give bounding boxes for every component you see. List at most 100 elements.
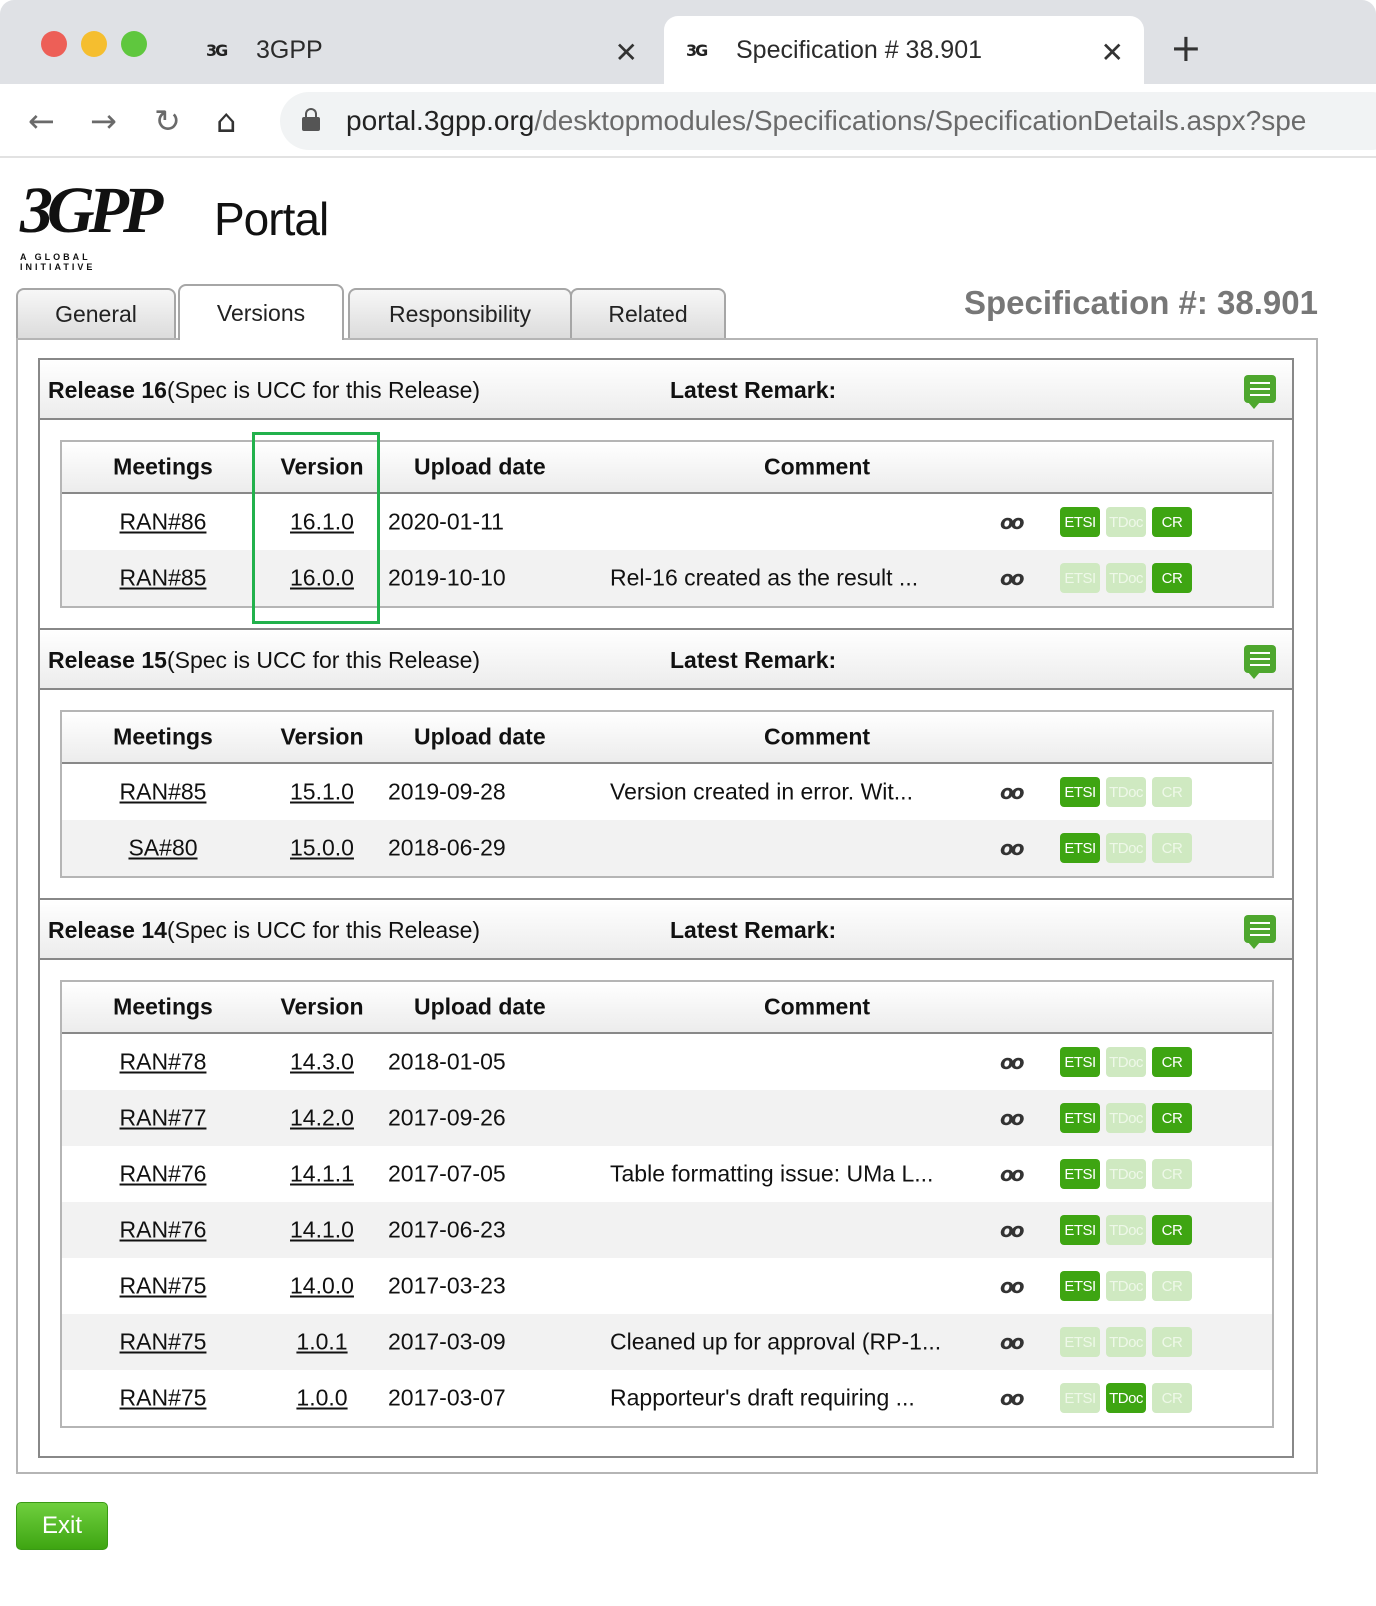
close-tab-icon[interactable]: ✕ <box>1101 36 1124 69</box>
glasses-icon[interactable]: oo <box>1000 780 1025 804</box>
table-row: RAN#86 16.1.0 2020-01-11 oo ETSI TDoc CR <box>62 494 1272 550</box>
release-section: Release 14(Spec is UCC for this Release)… <box>38 898 1294 1458</box>
close-window-button[interactable] <box>41 31 67 57</box>
tab-general[interactable]: General <box>16 288 176 338</box>
maximize-window-button[interactable] <box>121 31 147 57</box>
back-arrow-icon[interactable]: ← <box>28 102 55 140</box>
comment: Table formatting issue: UMa L... <box>610 1160 934 1187</box>
version-link[interactable]: 14.2.0 <box>270 1105 374 1132</box>
forward-arrow-icon[interactable]: → <box>90 102 117 140</box>
comment: Rapporteur's draft requiring ... <box>610 1384 915 1411</box>
col-header-version: Version <box>280 723 364 750</box>
meeting-link[interactable]: RAN#77 <box>108 1105 218 1132</box>
version-link[interactable]: 14.1.1 <box>270 1161 374 1188</box>
glasses-icon[interactable]: oo <box>1000 1106 1025 1130</box>
url-host: portal.3gpp.org <box>346 105 535 136</box>
release-name: Release 14 <box>48 917 167 943</box>
glasses-icon[interactable]: oo <box>1000 1218 1025 1242</box>
tab-responsibility[interactable]: Responsibility <box>348 288 572 338</box>
table-row: RAN#75 1.0.0 2017-03-07 Rapporteur's draft … <box>62 1370 1272 1426</box>
etsi-badge[interactable]: ETSI <box>1060 507 1100 537</box>
meeting-link[interactable]: RAN#75 <box>108 1385 218 1412</box>
glasses-icon[interactable]: oo <box>1000 510 1025 534</box>
cr-badge[interactable]: CR <box>1152 1103 1192 1133</box>
upload-date: 2017-03-23 <box>388 1272 506 1299</box>
etsi-badge[interactable]: ETSI <box>1060 1047 1100 1077</box>
lock-icon <box>302 108 320 131</box>
close-tab-icon[interactable]: ✕ <box>615 36 638 69</box>
release-section: Release 16(Spec is UCC for this Release)… <box>38 358 1294 628</box>
glasses-icon[interactable]: oo <box>1000 1386 1025 1410</box>
upload-date: 2019-10-10 <box>388 564 506 591</box>
version-link[interactable]: 14.1.0 <box>270 1217 374 1244</box>
tdoc-badge: TDoc <box>1106 1159 1146 1189</box>
meeting-link[interactable]: RAN#75 <box>108 1273 218 1300</box>
address-bar[interactable]: portal.3gpp.org/desktopmodules/Specifica… <box>280 92 1376 150</box>
col-header-upload-date: Upload date <box>414 993 546 1020</box>
glasses-icon[interactable]: oo <box>1000 566 1025 590</box>
reload-icon[interactable]: ↻ <box>154 102 181 140</box>
version-link[interactable]: 15.1.0 <box>270 779 374 806</box>
meeting-link[interactable]: RAN#76 <box>108 1217 218 1244</box>
meeting-link[interactable]: RAN#76 <box>108 1161 218 1188</box>
logo-subtitle: A GLOBAL INITIATIVE <box>20 252 96 272</box>
table-header-row: Meetings Version Upload date Comment <box>62 442 1272 494</box>
release-name: Release 16 <box>48 377 167 403</box>
versions-table: Meetings Version Upload date Comment RAN#85 1… <box>60 710 1274 878</box>
upload-date: 2017-07-05 <box>388 1160 506 1187</box>
browser-tab-specification[interactable]: 3G Specification # 38.901 ✕ <box>664 16 1144 84</box>
release-header: Release 16(Spec is UCC for this Release)… <box>40 360 1292 420</box>
glasses-icon[interactable]: oo <box>1000 836 1025 860</box>
etsi-badge[interactable]: ETSI <box>1060 1103 1100 1133</box>
cr-badge[interactable]: CR <box>1152 1047 1192 1077</box>
version-link[interactable]: 14.3.0 <box>270 1049 374 1076</box>
cr-badge[interactable]: CR <box>1152 507 1192 537</box>
remarks-chat-icon[interactable] <box>1244 375 1276 409</box>
tdoc-badge: TDoc <box>1106 833 1146 863</box>
version-link[interactable]: 16.1.0 <box>270 509 374 536</box>
glasses-icon[interactable]: oo <box>1000 1162 1025 1186</box>
etsi-badge[interactable]: ETSI <box>1060 1215 1100 1245</box>
cr-badge: CR <box>1152 833 1192 863</box>
new-tab-icon[interactable]: + <box>1170 26 1202 70</box>
remarks-chat-icon[interactable] <box>1244 915 1276 949</box>
version-link[interactable]: 15.0.0 <box>270 835 374 862</box>
logo-text: 3GPP <box>20 174 163 247</box>
meeting-link[interactable]: RAN#75 <box>108 1329 218 1356</box>
tab-versions[interactable]: Versions <box>178 284 344 340</box>
meeting-link[interactable]: RAN#85 <box>108 565 218 592</box>
tdoc-badge[interactable]: TDoc <box>1106 1383 1146 1413</box>
browser-tab-3gpp[interactable]: 3G 3GPP ✕ <box>206 16 658 84</box>
meeting-link[interactable]: RAN#78 <box>108 1049 218 1076</box>
table-row: RAN#78 14.3.0 2018-01-05 oo ETSI TDoc CR <box>62 1034 1272 1090</box>
tdoc-badge: TDoc <box>1106 563 1146 593</box>
cr-badge[interactable]: CR <box>1152 563 1192 593</box>
remarks-chat-icon[interactable] <box>1244 645 1276 679</box>
browser-tab-title: 3GPP <box>256 35 323 64</box>
exit-button[interactable]: Exit <box>16 1502 108 1550</box>
version-link[interactable]: 1.0.0 <box>270 1385 374 1412</box>
tab-related[interactable]: Related <box>570 288 726 338</box>
meeting-link[interactable]: RAN#85 <box>108 779 218 806</box>
cr-badge[interactable]: CR <box>1152 1215 1192 1245</box>
meeting-link[interactable]: RAN#86 <box>108 509 218 536</box>
browser-tab-bar: 3G 3GPP ✕ 3G Specification # 38.901 ✕ + <box>0 0 1376 84</box>
url-path: /desktopmodules/Specifications/Specifica… <box>534 105 1307 136</box>
col-header-comment: Comment <box>764 723 871 750</box>
version-link[interactable]: 16.0.0 <box>270 565 374 592</box>
versions-table: Meetings Version Upload date Comment RAN#78 1… <box>60 980 1274 1428</box>
version-link[interactable]: 14.0.0 <box>270 1273 374 1300</box>
minimize-window-button[interactable] <box>81 31 107 57</box>
etsi-badge[interactable]: ETSI <box>1060 777 1100 807</box>
3gpp-logo[interactable]: 3GPP A GLOBAL INITIATIVE <box>20 174 170 273</box>
version-link[interactable]: 1.0.1 <box>270 1329 374 1356</box>
3gpp-favicon-icon: 3G <box>206 40 228 60</box>
home-icon[interactable]: ⌂ <box>216 102 236 140</box>
glasses-icon[interactable]: oo <box>1000 1274 1025 1298</box>
etsi-badge[interactable]: ETSI <box>1060 1159 1100 1189</box>
glasses-icon[interactable]: oo <box>1000 1050 1025 1074</box>
meeting-link[interactable]: SA#80 <box>108 835 218 862</box>
etsi-badge[interactable]: ETSI <box>1060 1271 1100 1301</box>
etsi-badge[interactable]: ETSI <box>1060 833 1100 863</box>
glasses-icon[interactable]: oo <box>1000 1330 1025 1354</box>
